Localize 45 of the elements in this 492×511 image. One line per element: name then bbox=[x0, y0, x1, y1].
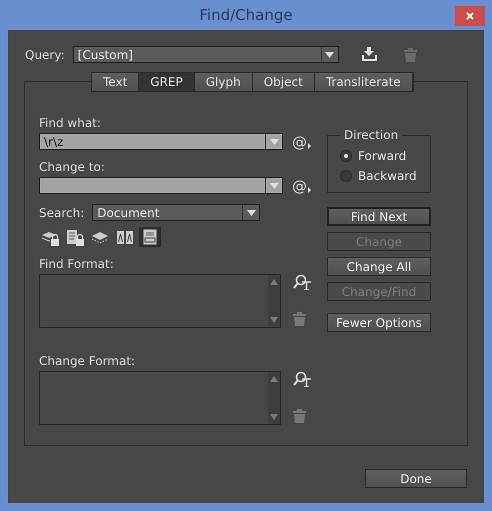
format-search-icon[interactable] bbox=[293, 371, 311, 387]
change-format-label: Change Format: bbox=[39, 354, 136, 368]
action-button[interactable]: Change All bbox=[327, 257, 431, 276]
tab[interactable]: GREP bbox=[139, 73, 195, 91]
scroll-down-arrow-icon[interactable] bbox=[270, 414, 278, 420]
dropdown-arrow-icon bbox=[325, 52, 334, 58]
action-button[interactable]: Find Next bbox=[327, 207, 431, 226]
scroll-up-arrow-icon[interactable] bbox=[270, 279, 278, 285]
search-dropdown[interactable]: Document bbox=[92, 204, 260, 221]
change-to-field[interactable] bbox=[39, 177, 283, 194]
change-to-label: Change to: bbox=[39, 160, 106, 174]
scroll-down-arrow-icon[interactable] bbox=[270, 317, 278, 323]
tab[interactable]: Transliterate bbox=[314, 73, 413, 91]
footnote-icon bbox=[143, 229, 157, 245]
close-button[interactable] bbox=[455, 6, 485, 26]
find-what-field[interactable]: \r\z bbox=[39, 133, 283, 150]
scrollbar[interactable] bbox=[268, 275, 280, 327]
direction-title: Direction bbox=[343, 128, 400, 142]
dropdown-arrow-icon bbox=[270, 182, 278, 188]
tab[interactable]: Glyph bbox=[194, 73, 253, 91]
window-title: Find/Change bbox=[199, 6, 293, 24]
query-label: Query: bbox=[25, 48, 65, 62]
action-button[interactable]: Fewer Options bbox=[327, 313, 431, 332]
direction-radio[interactable]: Forward bbox=[340, 146, 406, 166]
special-characters-button[interactable]: @ bbox=[292, 178, 311, 194]
direction-radio[interactable]: Backward bbox=[340, 166, 417, 186]
pages-icon bbox=[116, 228, 134, 246]
tab[interactable]: Text bbox=[92, 73, 140, 91]
tab[interactable]: Object bbox=[252, 73, 315, 91]
search-label: Search: bbox=[39, 206, 84, 220]
done-button[interactable]: Done bbox=[365, 469, 467, 488]
document-lock-icon bbox=[66, 228, 84, 246]
option-toggle-button[interactable] bbox=[139, 227, 161, 247]
dropdown-arrow-icon bbox=[246, 210, 256, 216]
scrollbar[interactable] bbox=[268, 372, 280, 424]
scroll-up-arrow-icon[interactable] bbox=[270, 376, 278, 382]
option-toggle-button[interactable] bbox=[64, 227, 86, 247]
close-icon bbox=[466, 12, 474, 20]
query-dropdown[interactable]: [Custom] bbox=[72, 46, 339, 63]
save-query-icon[interactable] bbox=[360, 47, 378, 62]
find-format-label: Find Format: bbox=[39, 257, 115, 271]
format-search-icon[interactable] bbox=[293, 274, 311, 290]
dropdown-arrow-icon bbox=[270, 138, 278, 144]
find-what-label: Find what: bbox=[39, 116, 102, 130]
special-characters-button[interactable]: @ bbox=[292, 134, 311, 150]
